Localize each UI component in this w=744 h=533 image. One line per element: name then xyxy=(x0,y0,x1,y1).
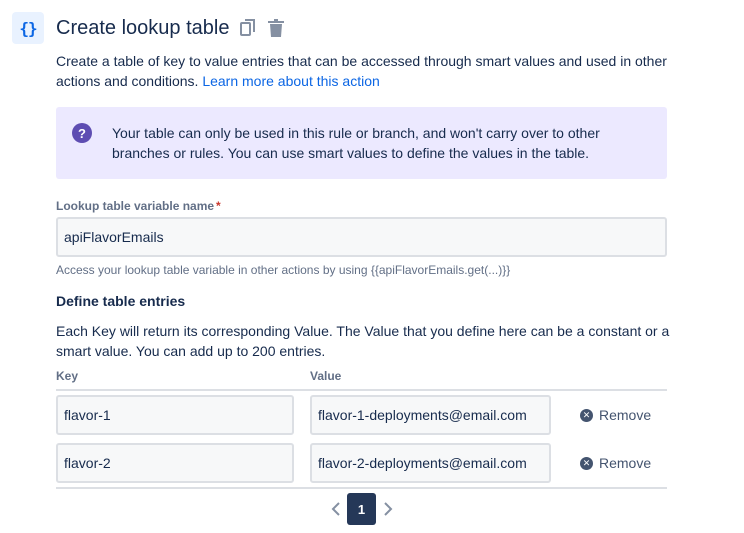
value-input[interactable] xyxy=(310,395,551,435)
remove-button[interactable]: ✕ Remove xyxy=(580,405,651,425)
remove-label: Remove xyxy=(599,407,652,423)
variable-name-label-text: Lookup table variable name xyxy=(56,199,215,213)
variable-helper-text: Access your lookup table variable in oth… xyxy=(56,263,511,277)
remove-button[interactable]: ✕ Remove xyxy=(580,453,651,473)
learn-more-link[interactable]: Learn more about this action xyxy=(202,73,379,89)
page-title: Create lookup table xyxy=(56,16,230,39)
table-top-divider xyxy=(56,389,667,391)
table-bottom-divider xyxy=(56,487,667,489)
close-circle-icon: ✕ xyxy=(580,456,593,470)
braces-icon: {} xyxy=(12,12,44,44)
header: {} Create lookup table xyxy=(12,12,285,44)
action-description: Create a table of key to value entries t… xyxy=(56,51,676,91)
trash-icon[interactable] xyxy=(267,18,285,38)
question-circle-icon: ? xyxy=(72,123,92,143)
info-text: Your table can only be used in this rule… xyxy=(112,125,600,161)
entries-section-title: Define table entries xyxy=(56,293,186,309)
copy-icon[interactable] xyxy=(239,18,257,38)
remove-label: Remove xyxy=(599,455,652,471)
variable-name-label: Lookup table variable name * xyxy=(56,199,221,213)
close-circle-icon: ✕ xyxy=(580,408,593,422)
key-input[interactable] xyxy=(56,443,294,483)
value-input[interactable] xyxy=(310,443,551,483)
info-panel: ? Your table can only be used in this ru… xyxy=(56,107,667,179)
chevron-left-icon[interactable] xyxy=(326,499,346,519)
variable-name-input[interactable] xyxy=(56,217,667,257)
key-input[interactable] xyxy=(56,395,294,435)
entries-section-description: Each Key will return its corresponding V… xyxy=(56,323,670,359)
required-marker: * xyxy=(216,199,221,213)
value-column-header: Value xyxy=(310,369,342,383)
pagination: 1 xyxy=(0,493,744,525)
key-column-header: Key xyxy=(56,369,79,383)
chevron-right-icon[interactable] xyxy=(378,499,398,519)
page-button-current[interactable]: 1 xyxy=(347,493,376,525)
